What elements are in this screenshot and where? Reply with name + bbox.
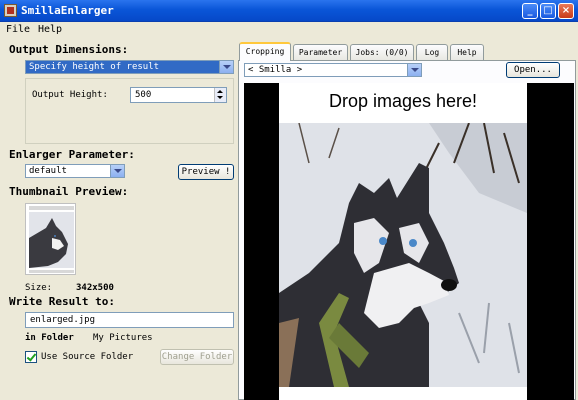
menu-help[interactable]: Help [38,24,62,35]
size-label: Size: [25,283,53,293]
thumbnail-image [25,203,76,275]
write-result-title: Write Result to: [9,295,115,308]
drop-zone-footer [279,387,527,400]
chevron-down-icon[interactable] [407,64,421,76]
use-source-folder-checkbox[interactable] [25,351,37,363]
change-folder-button[interactable]: Change Folder [160,349,234,365]
folder-value: My Pictures [93,333,153,343]
output-filename-value: enlarged.jpg [30,315,96,325]
window-title: SmillaEnlarger [21,4,114,17]
crop-canvas[interactable]: Drop images here! [244,83,574,400]
dimension-mode-value: Specify height of result [29,62,160,72]
drop-zone-header: Drop images here! [279,83,527,123]
size-value: 342x500 [76,283,114,293]
output-filename-field[interactable]: enlarged.jpg [25,312,234,328]
output-height-value: 500 [135,90,152,100]
menu-bar: File Help [0,22,578,38]
output-height-stepper[interactable]: 500 [130,87,227,103]
dimension-mode-select[interactable]: Specify height of result [25,60,234,74]
source-image[interactable] [279,123,527,387]
close-button[interactable]: × [558,3,574,19]
minimize-button[interactable]: _ [522,3,538,19]
tab-help[interactable]: Help [450,44,484,60]
output-dimensions-title: Output Dimensions: [9,43,129,56]
chevron-down-icon[interactable] [110,165,124,177]
in-folder-label: in Folder [25,333,74,343]
preview-button[interactable]: Preview ! [178,164,234,180]
enlarger-preset-select[interactable]: default [25,164,125,178]
tab-jobs[interactable]: Jobs: (0/0) [350,44,414,60]
open-button[interactable]: Open... [506,62,560,78]
menu-file[interactable]: File [6,24,30,35]
output-dimensions-group: Output Height: 500 [25,78,234,144]
drop-images-text: Drop images here! [328,91,478,111]
tab-parameter[interactable]: Parameter [293,44,348,60]
spin-arrows-icon[interactable] [214,88,226,102]
app-icon [4,4,17,17]
title-bar: SmillaEnlarger _ □ × [0,0,578,22]
output-height-label: Output Height: [32,90,108,100]
tab-cropping[interactable]: Cropping [239,42,291,61]
maximize-button[interactable]: □ [540,3,556,19]
enlarger-preset-value: default [29,166,67,176]
source-image-value: < Smilla > [248,65,303,75]
source-image-select[interactable]: < Smilla > [244,63,422,77]
enlarger-parameter-title: Enlarger Parameter: [9,148,135,161]
chevron-down-icon[interactable] [219,61,233,73]
use-source-folder-label[interactable]: Use Source Folder [41,352,133,362]
thumbnail-preview-title: Thumbnail Preview: [9,185,129,198]
tab-log[interactable]: Log [416,44,448,60]
